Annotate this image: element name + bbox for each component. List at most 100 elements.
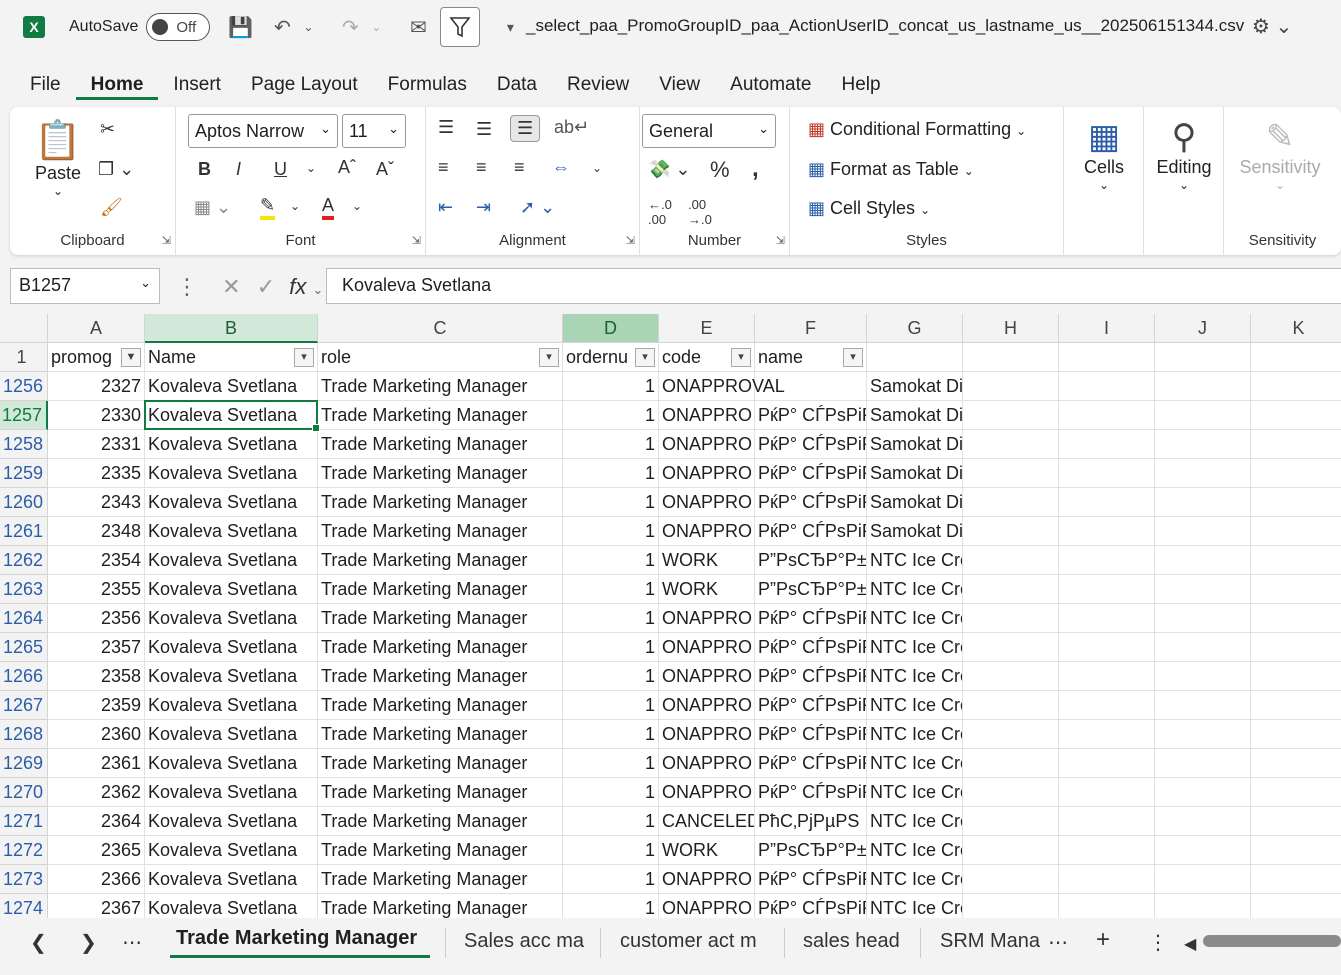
empty-cell[interactable] [963,807,1059,836]
sheet-options-icon[interactable]: ⋮ [1148,930,1168,955]
column-header-i[interactable]: I [1059,314,1155,343]
filter-dropdown-icon[interactable]: ▾ [843,348,863,367]
row-header[interactable]: 1258 [0,430,48,459]
increase-font-icon[interactable]: Aˆ [338,157,356,178]
accounting-format-icon[interactable]: 💸 ⌄ [648,159,691,180]
spreadsheet-grid[interactable]: A B C D E F G H I J K 1 promog ▼ Name ▾ role ▾ ordernu ▾ cod… [0,314,1341,918]
table-cell[interactable]: NTC Ice Cream [867,778,963,807]
table-cell[interactable]: Trade Marketing Manager [318,865,563,894]
redo-dropdown-icon[interactable]: ⌄ [364,20,388,34]
empty-cell[interactable] [963,836,1059,865]
table-cell[interactable]: РќР° СЃРѕРіР» [755,604,867,633]
form-icon[interactable]: ✉ [406,15,430,40]
empty-cell[interactable] [1155,836,1251,865]
table-cell[interactable]: 1 [563,604,659,633]
row-header[interactable]: 1 [0,343,48,372]
empty-cell[interactable] [1155,575,1251,604]
row-header[interactable]: 1267 [0,691,48,720]
table-cell[interactable]: WORK [659,546,755,575]
name-box[interactable]: B1257 ⌄ [10,268,160,304]
table-cell[interactable]: 2355 [48,575,145,604]
table-cell[interactable]: Trade Marketing Manager [318,546,563,575]
empty-cell[interactable] [1251,575,1341,604]
header-cell[interactable] [867,343,963,372]
row-header[interactable]: 1269 [0,749,48,778]
empty-cell[interactable] [963,343,1059,372]
formula-input[interactable]: Kovaleva Svetlana [326,268,1341,304]
filter-dropdown-icon[interactable]: ▾ [294,348,314,367]
empty-cell[interactable] [1155,807,1251,836]
table-cell[interactable]: Kovaleva Svetlana [145,546,318,575]
empty-cell[interactable] [1251,372,1341,401]
table-cell[interactable]: ONAPPRO [659,430,755,459]
table-cell[interactable]: Kovaleva Svetlana [145,865,318,894]
table-cell[interactable]: Trade Marketing Manager [318,720,563,749]
table-cell[interactable]: Kovaleva Svetlana [145,517,318,546]
table-cell[interactable]: NTC Ice Cream [867,691,963,720]
font-name-select[interactable]: Aptos Narrow ⌄ [188,114,338,148]
sensitivity-status-icon[interactable]: ⚙ ⌄ [1252,14,1292,39]
row-header[interactable]: 1264 [0,604,48,633]
table-cell[interactable]: 1 [563,517,659,546]
row-header[interactable]: 1274 [0,894,48,918]
empty-cell[interactable] [963,749,1059,778]
tab-automate[interactable]: Automate [715,64,826,106]
font-color-dropdown-icon[interactable]: ⌄ [352,199,362,213]
cut-icon[interactable]: ✂ [100,119,115,140]
empty-cell[interactable] [1059,691,1155,720]
orientation-icon[interactable]: ➚ ⌄ [520,197,555,218]
table-cell[interactable]: Samokat Direct [867,459,963,488]
table-cell[interactable]: 1 [563,662,659,691]
table-cell[interactable]: 2343 [48,488,145,517]
undo-dropdown-icon[interactable]: ⌄ [296,20,320,34]
horizontal-scrollbar[interactable] [1203,935,1341,947]
table-cell[interactable]: 2354 [48,546,145,575]
table-cell[interactable]: РќР° СЃРѕРіР» [755,401,867,430]
alignment-launcher-icon[interactable]: ⇲ [626,234,635,247]
table-cell[interactable]: ONAPPRO [659,633,755,662]
empty-cell[interactable] [1251,894,1341,918]
column-header-b[interactable]: B [145,314,318,343]
table-cell[interactable]: 1 [563,865,659,894]
increase-decimal-icon[interactable]: ←.0.00 [648,197,672,227]
table-cell[interactable]: РќР° СЃРѕРіР» [755,691,867,720]
row-header[interactable]: 1259 [0,459,48,488]
decrease-decimal-icon[interactable]: .00 →.0 [688,197,712,227]
table-cell[interactable]: ONAPPRO [659,778,755,807]
row-header[interactable]: 1257 [0,401,48,430]
table-cell[interactable]: Samokat Direct [867,372,963,401]
cancel-icon[interactable]: ✕ [222,274,240,299]
table-cell[interactable]: Kovaleva Svetlana [145,633,318,662]
italic-icon[interactable]: I [236,159,241,180]
table-cell[interactable]: Kovaleva Svetlana [145,488,318,517]
table-cell[interactable]: РћС‚РјРµРЅ [755,807,867,836]
table-cell[interactable]: 2364 [48,807,145,836]
sheet-tab-srm-mana[interactable]: SRM Mana [940,930,1040,953]
table-cell[interactable]: Samokat Direct [867,488,963,517]
empty-cell[interactable] [1251,517,1341,546]
tab-view[interactable]: View [644,64,715,106]
row-header[interactable]: 1272 [0,836,48,865]
empty-cell[interactable] [963,633,1059,662]
table-cell[interactable]: 2360 [48,720,145,749]
table-cell[interactable]: Trade Marketing Manager [318,778,563,807]
tab-file[interactable]: File [0,64,76,106]
editing-button[interactable]: ⚲ Editing ⌄ [1144,117,1224,192]
column-header-f[interactable]: F [755,314,867,343]
table-cell[interactable]: 1 [563,575,659,604]
empty-cell[interactable] [1251,662,1341,691]
tab-help[interactable]: Help [826,64,895,106]
increase-indent-icon[interactable]: ⇥ [476,197,491,218]
empty-cell[interactable] [1155,662,1251,691]
table-cell[interactable]: 2361 [48,749,145,778]
table-cell[interactable]: Kovaleva Svetlana [145,836,318,865]
table-cell[interactable]: NTC Ice Cream [867,546,963,575]
prev-sheet-icon[interactable]: ❮ [30,930,47,955]
tab-page-layout[interactable]: Page Layout [236,64,373,106]
empty-cell[interactable] [963,575,1059,604]
table-cell[interactable]: ONAPPRO [659,488,755,517]
empty-cell[interactable] [1251,546,1341,575]
decrease-font-icon[interactable]: Aˇ [376,159,394,180]
column-header-j[interactable]: J [1155,314,1251,343]
empty-cell[interactable] [963,720,1059,749]
